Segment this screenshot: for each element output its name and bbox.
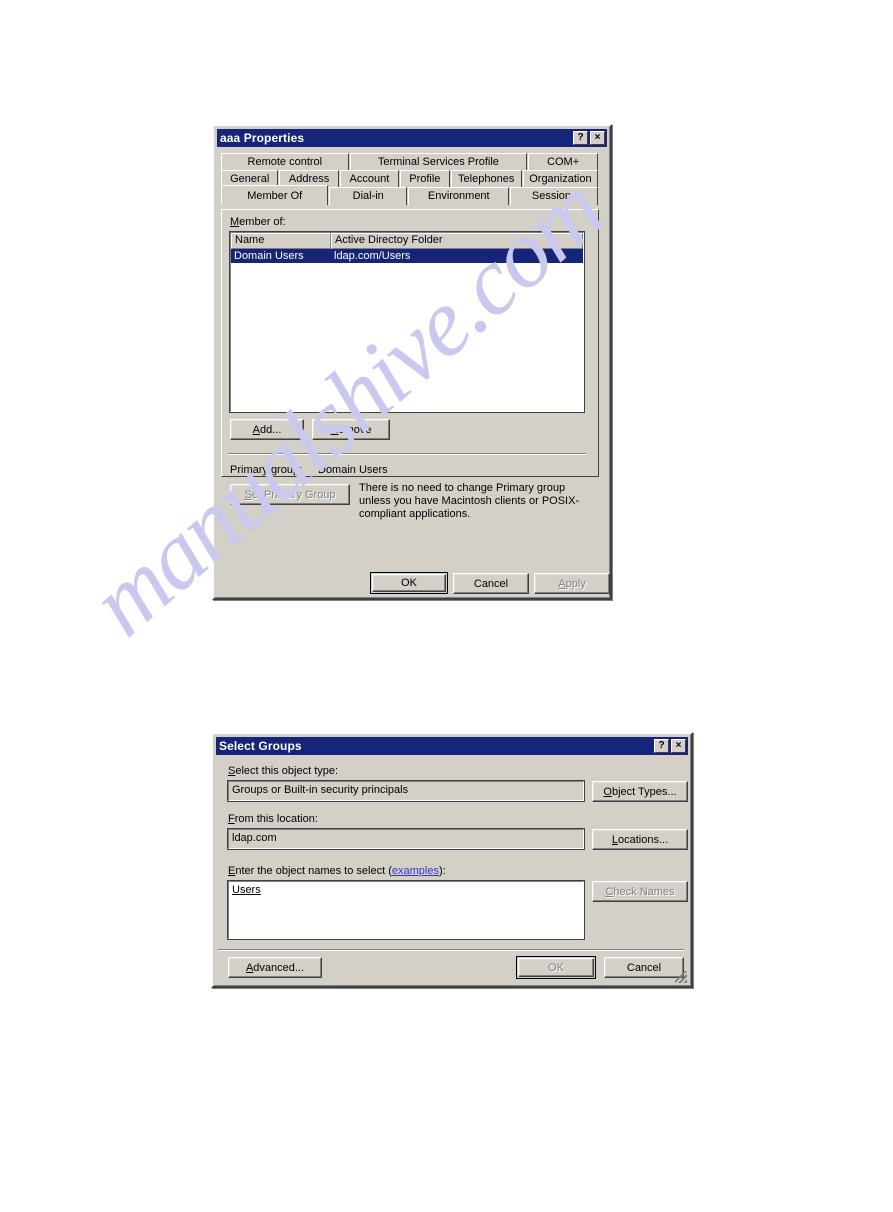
set-primary-group-label: Set Primary Group [244,488,336,501]
dialog-client-area: aaa Properties ? × Remote control Termin… [214,126,610,598]
primary-group-value: Domain Users [318,464,388,476]
tab-dial-in[interactable]: Dial-in [329,187,408,205]
help-icon[interactable]: ? [654,739,669,753]
primary-group-description: There is no need to change Primary group… [359,482,580,520]
tab-telephones[interactable]: Telephones [450,170,522,188]
tabstrip: Remote control Terminal Services Profile… [221,153,599,205]
table-row[interactable]: Domain Users ldap.com/Users [231,249,583,263]
set-primary-group-button[interactable]: Set Primary Group [230,484,350,505]
object-types-button-label: Object Types... [603,785,677,798]
close-icon[interactable]: × [590,131,605,145]
tab-com-plus[interactable]: COM+ [528,153,598,171]
column-header-name[interactable]: Name [231,233,331,249]
check-names-button-label: Check Names [605,885,675,898]
object-type-field[interactable]: Groups or Built-in security principals [227,780,585,802]
cancel-button-label: Cancel [473,577,509,590]
select-groups-dialog: Select Groups ? × Select this object typ… [211,732,693,988]
resize-grip-icon[interactable] [675,971,687,983]
cancel-button[interactable]: Cancel [604,957,684,978]
titlebar: aaa Properties ? × [217,129,607,147]
object-names-label-text: nter the object names to select ( [235,865,392,877]
primary-group-label: Primary group: [230,464,303,476]
tab-member-of[interactable]: Member Of [221,185,329,205]
examples-link[interactable]: examples [392,865,439,877]
aaa-properties-dialog: aaa Properties ? × Remote control Termin… [212,124,612,600]
cancel-button[interactable]: Cancel [453,573,529,594]
object-names-label-suffix: ): [438,865,446,877]
tab-remote-control[interactable]: Remote control [221,153,349,171]
titlebar-buttons: ? × [654,739,686,753]
location-field[interactable]: ldap.com [227,828,585,850]
close-icon[interactable]: × [671,739,686,753]
help-icon[interactable]: ? [573,131,588,145]
cell-folder: ldap.com/Users [334,250,411,262]
object-types-button[interactable]: Object Types... [592,781,688,802]
cell-name: Domain Users [234,250,304,262]
titlebar-buttons: ? × [573,131,605,145]
member-of-label: Member of: [230,216,286,228]
separator [228,453,586,455]
object-type-label: Select this object type: [228,765,339,777]
location-label: From this location: [228,813,318,825]
window-title: aaa Properties [220,131,305,145]
ok-button-label: OK [401,577,417,589]
tab-row-1: Remote control Terminal Services Profile… [221,153,599,171]
add-button-label: Add... [252,423,282,436]
column-header-folder[interactable]: Active Directoy Folder [331,233,583,249]
locations-button[interactable]: Locations... [592,829,688,850]
tab-environment[interactable]: Environment [408,187,510,205]
apply-button[interactable]: Apply [534,573,610,594]
locations-button-label: Locations... [611,833,669,846]
tab-account[interactable]: Account [339,170,400,188]
titlebar: Select Groups ? × [216,737,688,755]
ok-button-face: OK [372,574,446,592]
window-title: Select Groups [219,739,302,753]
remove-button[interactable]: Remove [312,419,390,440]
tab-organization[interactable]: Organization [522,170,598,188]
listview-header: Name Active Directoy Folder [231,233,583,249]
ok-button[interactable]: OK [370,572,448,594]
check-names-button[interactable]: Check Names [592,881,688,902]
member-of-tab-page: Member of: Name Active Directoy Folder D… [221,209,599,520]
ok-button-label: OK [548,961,564,974]
advanced-button-label: Advanced... [245,961,305,974]
remove-button-label: Remove [330,423,372,436]
tab-sessions[interactable]: Sessions [510,187,598,205]
cancel-button-label: Cancel [626,961,662,974]
member-of-listview[interactable]: Name Active Directoy Folder Domain Users… [229,231,585,413]
object-names-value: Users [232,884,261,896]
tab-profile[interactable]: Profile [400,170,450,188]
tab-row-3: Member Of Dial-in Environment Sessions [221,185,599,205]
tab-terminal-services-profile[interactable]: Terminal Services Profile [349,153,528,171]
advanced-button[interactable]: Advanced... [228,957,322,978]
dialog-client-area: Select Groups ? × Select this object typ… [213,734,691,986]
object-names-label: Enter the object names to select (exampl… [228,865,446,877]
add-button[interactable]: Add... [230,419,304,440]
apply-button-label: Apply [558,577,586,590]
object-names-input[interactable]: Users [227,880,585,940]
ok-button[interactable]: OK [516,956,596,979]
ok-button-face: OK [518,958,594,977]
footer-separator [218,949,684,951]
